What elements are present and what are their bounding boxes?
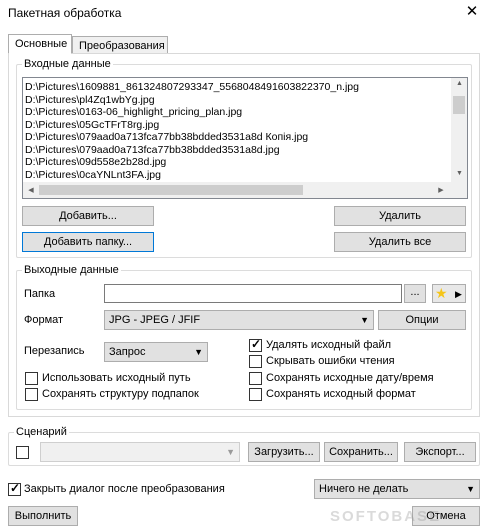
browse-button[interactable]: ...	[404, 284, 426, 303]
chevron-down-icon: ▼	[194, 347, 203, 357]
horizontal-scrollbar[interactable]: ◀ ▶	[23, 182, 451, 198]
keep-subfolders-label[interactable]: Сохранять структуру подпапок	[42, 388, 199, 400]
window-title: Пакетная обработка	[8, 6, 122, 20]
close-after-checkbox[interactable]	[8, 481, 21, 496]
overwrite-value: Запрос	[109, 346, 146, 358]
file-list[interactable]: D:\Pictures\1609881_861324807293347_5568…	[22, 77, 468, 199]
remove-button[interactable]: Удалить	[334, 206, 466, 226]
add-folder-button[interactable]: Добавить папку...	[22, 232, 154, 252]
keep-datetime-label[interactable]: Сохранять исходные дату/время	[266, 372, 434, 384]
hide-read-errors-label[interactable]: Скрывать ошибки чтения	[266, 355, 395, 367]
keep-format-label[interactable]: Сохранять исходный формат	[266, 388, 416, 400]
tab-basic[interactable]: Основные	[8, 34, 72, 54]
overwrite-label: Перезапись	[24, 345, 85, 357]
scenario-select[interactable]: ▼	[40, 442, 240, 462]
horizontal-scroll-thumb[interactable]	[39, 185, 303, 195]
keep-format-checkbox[interactable]	[249, 388, 262, 401]
after-action-value: Ничего не делать	[319, 483, 409, 495]
favorites-button[interactable]: ★ ▶	[432, 284, 466, 303]
use-source-path-label[interactable]: Использовать исходный путь	[42, 372, 191, 384]
format-value: JPG - JPEG / JFIF	[109, 314, 201, 326]
output-legend: Выходные данные	[22, 264, 121, 276]
list-item[interactable]: D:\Pictures\0163-06_highlight_pricing_pl…	[23, 106, 451, 119]
scroll-up-icon[interactable]: ▲	[451, 80, 467, 87]
scroll-right-icon[interactable]: ▶	[435, 186, 447, 194]
load-button[interactable]: Загрузить...	[248, 442, 320, 462]
overwrite-select[interactable]: Запрос ▼	[104, 342, 208, 362]
list-item[interactable]: D:\Pictures\0caYNLnt3FA.jpg	[23, 169, 451, 182]
list-item[interactable]: D:\Pictures\05GcTFrT8rg.jpg	[23, 119, 451, 132]
delete-source-checkbox[interactable]	[249, 337, 262, 352]
cancel-button[interactable]: Отмена	[412, 506, 480, 526]
folder-input[interactable]	[104, 284, 402, 303]
tab-transformations[interactable]: Преобразования	[72, 36, 168, 54]
chevron-right-icon: ▶	[455, 289, 462, 299]
star-icon: ★	[435, 285, 448, 301]
use-source-path-checkbox[interactable]	[25, 372, 38, 385]
run-button[interactable]: Выполнить	[8, 506, 78, 526]
keep-subfolders-checkbox[interactable]	[25, 388, 38, 401]
list-item[interactable]: D:\Pictures\079aad0a713fca77bb38bdded353…	[23, 131, 451, 144]
after-action-select[interactable]: Ничего не делать ▼	[314, 479, 480, 499]
scenario-legend: Сценарий	[14, 426, 69, 438]
scroll-left-icon[interactable]: ◀	[25, 186, 37, 194]
options-button[interactable]: Опции	[378, 310, 466, 330]
folder-label: Папка	[24, 288, 56, 300]
list-item[interactable]: D:\Pictures\079aad0a713fca77bb38bdded353…	[23, 144, 451, 157]
format-select[interactable]: JPG - JPEG / JFIF ▼	[104, 310, 374, 330]
input-legend: Входные данные	[22, 58, 113, 70]
vertical-scrollbar[interactable]: ▲ ▼	[451, 78, 467, 182]
chevron-down-icon: ▼	[360, 315, 369, 325]
delete-source-label[interactable]: Удалять исходный файл	[266, 339, 391, 351]
file-list-items: D:\Pictures\1609881_861324807293347_5568…	[23, 81, 451, 181]
list-item[interactable]: D:\Pictures\1609881_861324807293347_5568…	[23, 81, 451, 94]
chevron-down-icon: ▼	[226, 447, 235, 457]
vertical-scroll-thumb[interactable]	[453, 96, 465, 114]
scroll-corner	[451, 182, 467, 198]
scroll-down-icon[interactable]: ▼	[451, 170, 467, 177]
list-item[interactable]: D:\Pictures\pl4Zq1wbYg.jpg	[23, 94, 451, 107]
keep-datetime-checkbox[interactable]	[249, 372, 262, 385]
export-button[interactable]: Экспорт...	[404, 442, 476, 462]
save-button[interactable]: Сохранить...	[324, 442, 398, 462]
hide-read-errors-checkbox[interactable]	[249, 355, 262, 368]
list-item[interactable]: D:\Pictures\09d558e2b28d.jpg	[23, 156, 451, 169]
close-after-label[interactable]: Закрыть диалог после преобразования	[24, 483, 225, 495]
add-button[interactable]: Добавить...	[22, 206, 154, 226]
close-icon[interactable]: ✕	[462, 2, 482, 22]
scenario-checkbox[interactable]	[16, 446, 29, 459]
format-label: Формат	[24, 314, 64, 326]
remove-all-button[interactable]: Удалить все	[334, 232, 466, 252]
chevron-down-icon: ▼	[466, 484, 475, 494]
